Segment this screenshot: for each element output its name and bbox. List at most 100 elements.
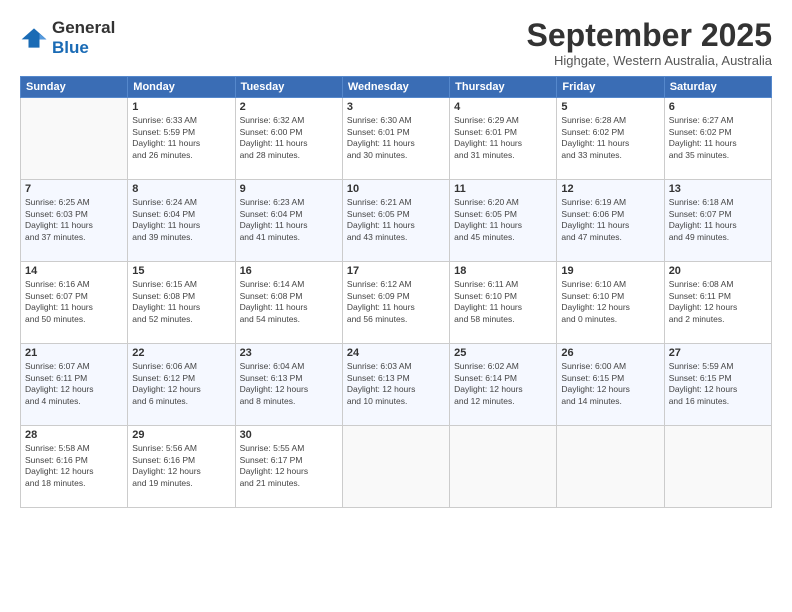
day-number: 7 (25, 183, 123, 195)
weekday-header-wednesday: Wednesday (342, 77, 449, 98)
day-info: Sunrise: 6:04 AM Sunset: 6:13 PM Dayligh… (240, 361, 338, 407)
calendar-cell: 25 Sunrise: 6:02 AM Sunset: 6:14 PM Dayli… (450, 344, 557, 426)
calendar-cell: 19 Sunrise: 6:10 AM Sunset: 6:10 PM Dayli… (557, 262, 664, 344)
day-info: Sunrise: 6:12 AM Sunset: 6:09 PM Dayligh… (347, 279, 445, 325)
day-number: 24 (347, 347, 445, 359)
calendar-cell (557, 426, 664, 508)
weekday-header-friday: Friday (557, 77, 664, 98)
calendar-header: SundayMondayTuesdayWednesdayThursdayFrid… (21, 77, 772, 98)
day-number: 6 (669, 101, 767, 113)
day-number: 22 (132, 347, 230, 359)
calendar-cell: 8Sunrise: 6:24 AM Sunset: 6:04 PM Daylig… (128, 180, 235, 262)
logo-blue: Blue (52, 38, 89, 57)
day-number: 23 (240, 347, 338, 359)
day-info: Sunrise: 6:33 AM Sunset: 5:59 PM Dayligh… (132, 115, 230, 161)
calendar-cell: 2 Sunrise: 6:32 AM Sunset: 6:00 PM Daylig… (235, 98, 342, 180)
weekday-header-row: SundayMondayTuesdayWednesdayThursdayFrid… (21, 77, 772, 98)
calendar-body: 1 Sunrise: 6:33 AM Sunset: 5:59 PM Daylig… (21, 98, 772, 508)
day-number: 26 (561, 347, 659, 359)
weekday-header-sunday: Sunday (21, 77, 128, 98)
calendar-cell: 11Sunrise: 6:20 AM Sunset: 6:05 PM Dayli… (450, 180, 557, 262)
day-number: 16 (240, 265, 338, 277)
logo-text: General Blue (52, 18, 115, 58)
day-info: Sunrise: 6:18 AM Sunset: 6:07 PM Dayligh… (669, 197, 767, 243)
day-info: Sunrise: 6:07 AM Sunset: 6:11 PM Dayligh… (25, 361, 123, 407)
weekday-header-saturday: Saturday (664, 77, 771, 98)
day-info: Sunrise: 6:32 AM Sunset: 6:00 PM Dayligh… (240, 115, 338, 161)
calendar-cell (450, 426, 557, 508)
day-info: Sunrise: 6:10 AM Sunset: 6:10 PM Dayligh… (561, 279, 659, 325)
calendar-cell: 12Sunrise: 6:19 AM Sunset: 6:06 PM Dayli… (557, 180, 664, 262)
day-number: 12 (561, 183, 659, 195)
calendar-cell: 16Sunrise: 6:14 AM Sunset: 6:08 PM Dayli… (235, 262, 342, 344)
calendar-week-5: 28Sunrise: 5:58 AM Sunset: 6:16 PM Dayli… (21, 426, 772, 508)
calendar-cell: 13 Sunrise: 6:18 AM Sunset: 6:07 PM Dayli… (664, 180, 771, 262)
logo-general: General (52, 18, 115, 37)
calendar-cell: 9Sunrise: 6:23 AM Sunset: 6:04 PM Daylig… (235, 180, 342, 262)
calendar-cell: 18Sunrise: 6:11 AM Sunset: 6:10 PM Dayli… (450, 262, 557, 344)
calendar-cell: 21 Sunrise: 6:07 AM Sunset: 6:11 PM Dayli… (21, 344, 128, 426)
day-info: Sunrise: 6:25 AM Sunset: 6:03 PM Dayligh… (25, 197, 123, 243)
day-number: 9 (240, 183, 338, 195)
day-info: Sunrise: 6:29 AM Sunset: 6:01 PM Dayligh… (454, 115, 552, 161)
day-info: Sunrise: 6:21 AM Sunset: 6:05 PM Dayligh… (347, 197, 445, 243)
calendar-cell: 26 Sunrise: 6:00 AM Sunset: 6:15 PM Dayli… (557, 344, 664, 426)
page-header: General Blue September 2025 Highgate, We… (20, 18, 772, 68)
calendar-table: SundayMondayTuesdayWednesdayThursdayFrid… (20, 76, 772, 508)
day-number: 5 (561, 101, 659, 113)
day-number: 14 (25, 265, 123, 277)
calendar-cell: 23 Sunrise: 6:04 AM Sunset: 6:13 PM Dayli… (235, 344, 342, 426)
day-info: Sunrise: 6:24 AM Sunset: 6:04 PM Dayligh… (132, 197, 230, 243)
day-info: Sunrise: 6:30 AM Sunset: 6:01 PM Dayligh… (347, 115, 445, 161)
calendar-cell: 10 Sunrise: 6:21 AM Sunset: 6:05 PM Dayli… (342, 180, 449, 262)
calendar-cell: 15Sunrise: 6:15 AM Sunset: 6:08 PM Dayli… (128, 262, 235, 344)
day-number: 30 (240, 429, 338, 441)
calendar-cell: 17 Sunrise: 6:12 AM Sunset: 6:09 PM Dayli… (342, 262, 449, 344)
title-block: September 2025 Highgate, Western Austral… (527, 18, 772, 68)
weekday-header-thursday: Thursday (450, 77, 557, 98)
calendar-page: General Blue September 2025 Highgate, We… (0, 0, 792, 612)
day-info: Sunrise: 5:59 AM Sunset: 6:15 PM Dayligh… (669, 361, 767, 407)
month-title: September 2025 (527, 18, 772, 53)
calendar-week-4: 21 Sunrise: 6:07 AM Sunset: 6:11 PM Dayli… (21, 344, 772, 426)
calendar-cell: 4 Sunrise: 6:29 AM Sunset: 6:01 PM Daylig… (450, 98, 557, 180)
day-number: 2 (240, 101, 338, 113)
day-number: 19 (561, 265, 659, 277)
calendar-cell: 22Sunrise: 6:06 AM Sunset: 6:12 PM Dayli… (128, 344, 235, 426)
day-number: 27 (669, 347, 767, 359)
day-number: 20 (669, 265, 767, 277)
day-number: 10 (347, 183, 445, 195)
weekday-header-monday: Monday (128, 77, 235, 98)
weekday-header-tuesday: Tuesday (235, 77, 342, 98)
day-info: Sunrise: 6:20 AM Sunset: 6:05 PM Dayligh… (454, 197, 552, 243)
calendar-cell: 28Sunrise: 5:58 AM Sunset: 6:16 PM Dayli… (21, 426, 128, 508)
day-info: Sunrise: 5:56 AM Sunset: 6:16 PM Dayligh… (132, 443, 230, 489)
logo: General Blue (20, 18, 115, 58)
calendar-cell: 29Sunrise: 5:56 AM Sunset: 6:16 PM Dayli… (128, 426, 235, 508)
day-number: 13 (669, 183, 767, 195)
calendar-cell: 7 Sunrise: 6:25 AM Sunset: 6:03 PM Daylig… (21, 180, 128, 262)
calendar-cell: 3Sunrise: 6:30 AM Sunset: 6:01 PM Daylig… (342, 98, 449, 180)
day-number: 15 (132, 265, 230, 277)
day-number: 17 (347, 265, 445, 277)
day-info: Sunrise: 6:00 AM Sunset: 6:15 PM Dayligh… (561, 361, 659, 407)
day-info: Sunrise: 6:08 AM Sunset: 6:11 PM Dayligh… (669, 279, 767, 325)
day-number: 1 (132, 101, 230, 113)
day-info: Sunrise: 6:11 AM Sunset: 6:10 PM Dayligh… (454, 279, 552, 325)
calendar-cell: 6 Sunrise: 6:27 AM Sunset: 6:02 PM Daylig… (664, 98, 771, 180)
calendar-cell: 1 Sunrise: 6:33 AM Sunset: 5:59 PM Daylig… (128, 98, 235, 180)
day-number: 25 (454, 347, 552, 359)
day-number: 28 (25, 429, 123, 441)
calendar-cell: 5 Sunrise: 6:28 AM Sunset: 6:02 PM Daylig… (557, 98, 664, 180)
day-number: 21 (25, 347, 123, 359)
day-info: Sunrise: 6:16 AM Sunset: 6:07 PM Dayligh… (25, 279, 123, 325)
day-info: Sunrise: 6:02 AM Sunset: 6:14 PM Dayligh… (454, 361, 552, 407)
day-number: 4 (454, 101, 552, 113)
calendar-cell: 14 Sunrise: 6:16 AM Sunset: 6:07 PM Dayli… (21, 262, 128, 344)
day-info: Sunrise: 6:28 AM Sunset: 6:02 PM Dayligh… (561, 115, 659, 161)
day-info: Sunrise: 6:03 AM Sunset: 6:13 PM Dayligh… (347, 361, 445, 407)
location: Highgate, Western Australia, Australia (527, 53, 772, 68)
day-info: Sunrise: 6:27 AM Sunset: 6:02 PM Dayligh… (669, 115, 767, 161)
calendar-cell (342, 426, 449, 508)
day-info: Sunrise: 5:55 AM Sunset: 6:17 PM Dayligh… (240, 443, 338, 489)
